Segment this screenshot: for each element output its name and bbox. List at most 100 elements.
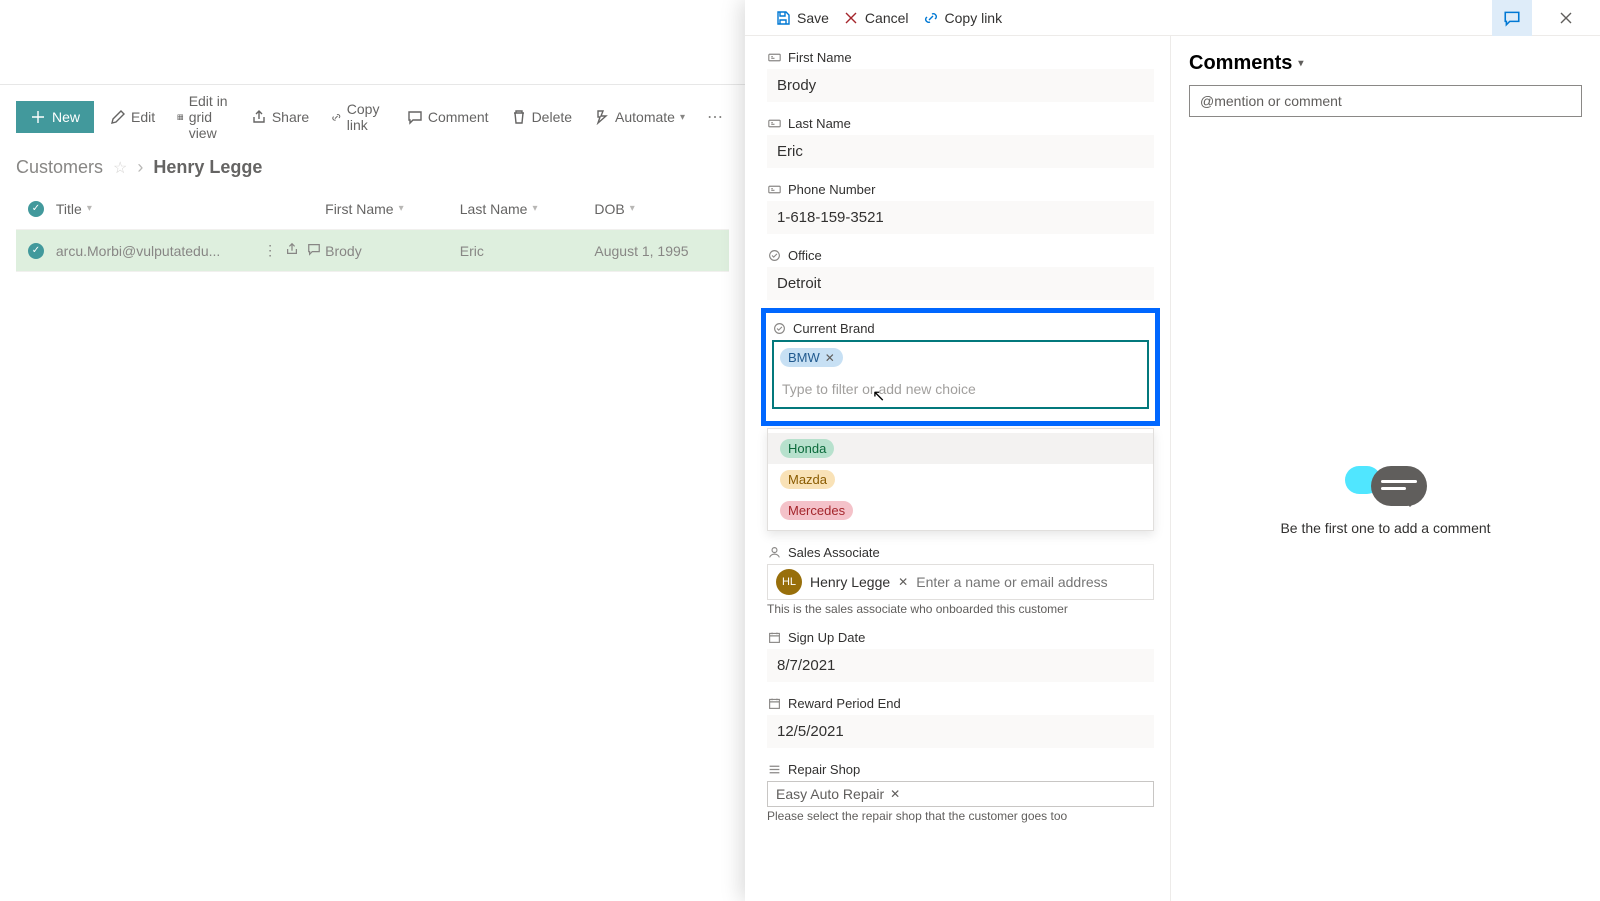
column-dob[interactable]: DOB ▾ xyxy=(594,201,729,217)
table-row[interactable]: ✓ arcu.Morbi@vulputatedu... ⋮ Brody Eric… xyxy=(16,230,729,272)
text-icon xyxy=(767,183,781,196)
share-icon xyxy=(251,109,267,125)
close-panel-button[interactable] xyxy=(1546,0,1586,36)
brand-option-honda[interactable]: Honda xyxy=(768,433,1153,464)
brand-option-label: Honda xyxy=(780,439,834,458)
comments-title[interactable]: Comments ▾ xyxy=(1189,52,1582,75)
sign-up-label: Sign Up Date xyxy=(788,630,865,645)
repair-shop-helper: Please select the repair shop that the c… xyxy=(767,809,1154,823)
comment-label: Comment xyxy=(428,109,489,125)
favorite-star-icon[interactable]: ☆ xyxy=(113,158,127,178)
cursor-icon: ↖ xyxy=(872,386,885,406)
column-dob-label: DOB xyxy=(594,201,624,217)
first-name-field: First Name xyxy=(767,44,1154,102)
row-select[interactable]: ✓ xyxy=(16,243,56,259)
grid-header: ✓ Title ▾ First Name ▾ Last Name ▾ DOB ▾ xyxy=(16,188,729,230)
choice-icon xyxy=(772,322,786,335)
phone-label: Phone Number xyxy=(788,182,875,197)
form-column[interactable]: First Name Last Name Phone xyxy=(745,36,1170,901)
office-field: Office xyxy=(767,242,1154,300)
grid-icon xyxy=(177,109,184,125)
automate-button[interactable]: Automate ▾ xyxy=(588,103,691,131)
chevron-down-icon: ▾ xyxy=(87,203,92,214)
chevron-down-icon: ▾ xyxy=(1298,58,1303,69)
brand-option-mazda[interactable]: Mazda xyxy=(768,464,1153,495)
breadcrumb-current: Henry Legge xyxy=(153,157,262,178)
remove-icon[interactable]: ✕ xyxy=(825,351,835,365)
comment-input[interactable]: @mention or comment xyxy=(1189,85,1582,117)
main-top-spacer xyxy=(0,0,745,85)
column-first-name[interactable]: First Name ▾ xyxy=(325,201,460,217)
comment-button[interactable]: Comment xyxy=(401,103,495,131)
breadcrumb-root[interactable]: Customers xyxy=(16,157,103,178)
check-icon: ✓ xyxy=(28,243,44,259)
row-more-icon[interactable]: ⋮ xyxy=(263,242,277,259)
sales-associate-input[interactable]: HL Henry Legge ✕ xyxy=(767,564,1154,600)
details-panel: Save Cancel Copy link xyxy=(745,0,1600,901)
text-icon xyxy=(767,51,781,64)
copy-link-button[interactable]: Copy link xyxy=(325,95,391,139)
row-title-cell: arcu.Morbi@vulputatedu... ⋮ xyxy=(56,242,325,259)
comments-title-text: Comments xyxy=(1189,52,1292,75)
row-share-icon[interactable] xyxy=(285,242,299,259)
pencil-icon xyxy=(110,109,126,125)
delete-button[interactable]: Delete xyxy=(505,103,578,131)
chevron-down-icon: ▾ xyxy=(680,112,685,123)
office-label: Office xyxy=(788,248,822,263)
phone-input[interactable] xyxy=(767,201,1154,234)
first-name-input[interactable] xyxy=(767,69,1154,102)
copy-link-label: Copy link xyxy=(347,101,385,133)
current-brand-editor[interactable]: BMW ✕ ↖ xyxy=(772,340,1149,409)
brand-option-label: Mercedes xyxy=(780,501,853,520)
save-label: Save xyxy=(797,10,829,26)
plus-icon xyxy=(30,109,46,125)
office-input[interactable] xyxy=(767,267,1154,300)
sales-associate-helper: This is the sales associate who onboarde… xyxy=(767,602,1154,616)
breadcrumb-separator-icon: › xyxy=(137,157,143,178)
share-label: Share xyxy=(272,109,309,125)
sales-associate-label: Sales Associate xyxy=(788,545,880,560)
brand-filter-input[interactable] xyxy=(780,377,1141,401)
sign-up-input[interactable] xyxy=(767,649,1154,682)
check-icon: ✓ xyxy=(28,201,44,217)
save-button[interactable]: Save xyxy=(775,10,829,26)
row-comment-icon[interactable] xyxy=(307,242,321,259)
calendar-icon xyxy=(767,631,781,644)
comments-panel: Comments ▾ @mention or comment Be the fi… xyxy=(1170,36,1600,901)
column-title[interactable]: Title ▾ xyxy=(56,201,325,217)
remove-icon[interactable]: ✕ xyxy=(898,575,908,589)
delete-label: Delete xyxy=(532,109,572,125)
calendar-icon xyxy=(767,697,781,710)
automate-label: Automate xyxy=(615,109,675,125)
repair-shop-input[interactable]: Easy Auto Repair ✕ xyxy=(767,781,1154,807)
avatar: HL xyxy=(776,569,802,595)
share-button[interactable]: Share xyxy=(245,103,315,131)
new-button[interactable]: New xyxy=(16,101,94,133)
first-name-label: First Name xyxy=(788,50,852,65)
panel-copy-link-label: Copy link xyxy=(945,10,1003,26)
sales-associate-add-input[interactable] xyxy=(916,574,1145,590)
cancel-button[interactable]: Cancel xyxy=(843,10,909,26)
panel-copy-link-button[interactable]: Copy link xyxy=(923,10,1003,26)
speech-bubble-icon xyxy=(1345,466,1427,506)
overflow-button[interactable]: ⋯ xyxy=(701,107,729,127)
link-icon xyxy=(331,109,342,125)
edit-button[interactable]: Edit xyxy=(104,103,161,131)
breadcrumb: Customers ☆ › Henry Legge xyxy=(0,141,745,188)
close-icon xyxy=(843,10,859,26)
last-name-input[interactable] xyxy=(767,135,1154,168)
brand-option-mercedes[interactable]: Mercedes xyxy=(768,495,1153,526)
row-last-name: Eric xyxy=(460,243,595,259)
remove-icon[interactable]: ✕ xyxy=(890,787,900,801)
edit-in-grid-button[interactable]: Edit in grid view xyxy=(171,87,235,147)
row-title-text[interactable]: arcu.Morbi@vulputatedu... xyxy=(56,243,257,259)
flow-icon xyxy=(594,109,610,125)
brand-pill-bmw[interactable]: BMW ✕ xyxy=(780,348,843,367)
reward-end-input[interactable] xyxy=(767,715,1154,748)
select-all-column[interactable]: ✓ xyxy=(16,201,56,217)
column-last-name[interactable]: Last Name ▾ xyxy=(460,201,595,217)
items-grid: ✓ Title ▾ First Name ▾ Last Name ▾ DOB ▾… xyxy=(0,188,745,272)
lookup-icon xyxy=(767,763,781,776)
comments-toggle-button[interactable] xyxy=(1492,0,1532,36)
row-dob: August 1, 1995 xyxy=(594,243,729,259)
